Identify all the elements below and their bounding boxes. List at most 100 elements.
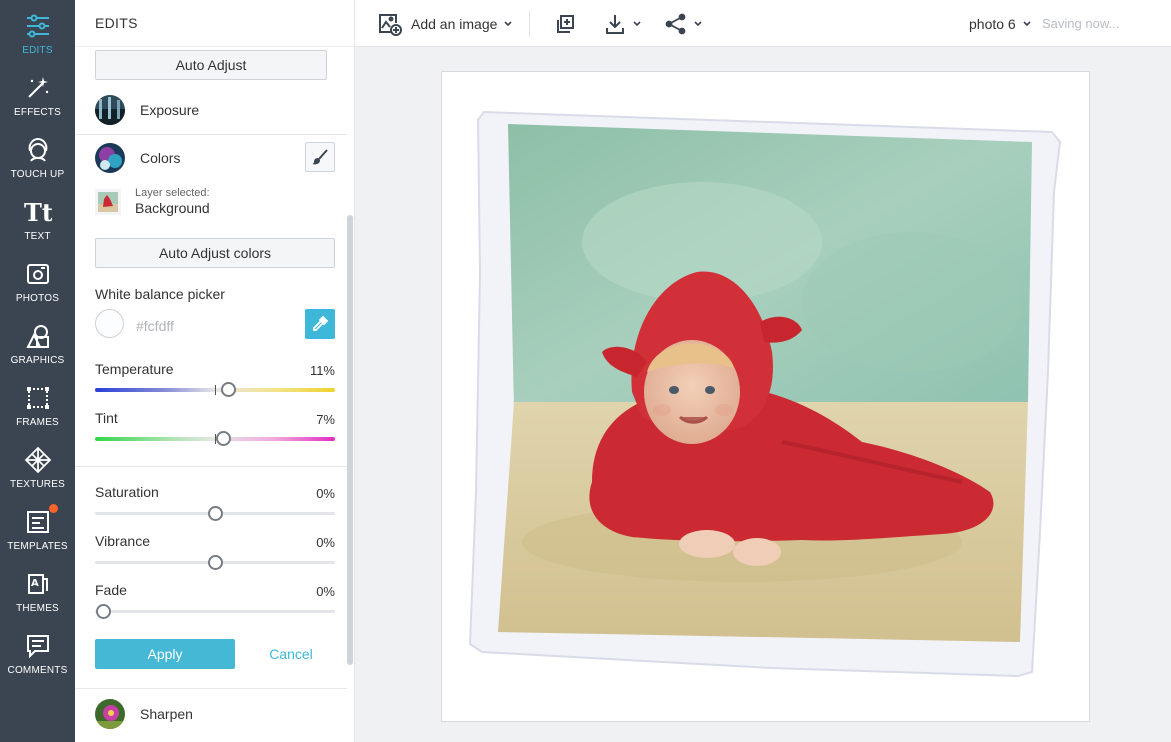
colors-thumbnail [95,143,125,173]
photo-image[interactable] [442,72,1091,723]
brush-button[interactable] [305,142,335,172]
chevron-down-icon [633,20,641,26]
rail-item-graphics[interactable]: GRAPHICS [0,310,75,372]
layer-thumbnail [95,188,121,215]
rail-item-templates[interactable]: TEMPLATES [0,496,75,558]
layer-selected: Layer selected: Background [95,187,210,216]
save-status: Saving now... [1042,0,1119,47]
rail-label: TEXT [24,231,51,242]
share-icon [665,13,686,34]
chevron-down-icon [1023,20,1031,26]
duplicate-icon [557,14,574,33]
saturation-slider-handle[interactable] [207,506,223,521]
temperature-label: Temperature [95,361,174,377]
comment-icon [22,630,54,662]
rail-label: TEXTURES [10,479,65,490]
white-balance-label: White balance picker [95,286,225,302]
download-icon [606,14,624,34]
panel-scrollbar[interactable] [347,215,353,665]
edits-panel: EDITS Auto Adjust Exposure Colors Layer … [75,0,355,742]
rail-item-photos[interactable]: PHOTOS [0,248,75,310]
face-icon [22,134,54,166]
frame-icon [22,382,54,414]
rail-item-frames[interactable]: FRAMES [0,372,75,434]
layer-name: Background [135,200,210,216]
themes-icon: A [22,568,54,600]
camera-icon [22,258,54,290]
fade-slider-handle[interactable] [95,604,111,619]
saturation-value: 0% [316,486,335,501]
save-status-text: Saving now... [1042,16,1120,31]
layer-selected-label: Layer selected: [135,187,210,199]
share-button[interactable] [665,0,703,47]
text-icon: Tt [22,196,54,228]
rail-item-touch-up[interactable]: TOUCH UP [0,124,75,186]
exposure-label: Exposure [140,102,200,118]
vibrance-label: Vibrance [95,533,151,549]
panel-scroll-area[interactable]: Auto Adjust Exposure Colors Layer select… [75,47,355,742]
document-name-dropdown[interactable]: photo 6 [969,0,1032,47]
vibrance-slider-handle[interactable] [207,555,223,570]
shapes-icon [22,320,54,352]
eyedropper-icon [313,315,329,331]
add-image-button[interactable]: Add an image [377,0,513,47]
divider [75,466,347,467]
rail-item-edits[interactable]: EDITS [0,0,75,62]
toolbar-separator [529,10,530,37]
svg-text:A: A [31,578,39,589]
divider [75,688,347,689]
cancel-button[interactable]: Cancel [250,639,332,669]
panel-title: EDITS [75,0,355,47]
sharpen-label: Sharpen [140,706,193,722]
chevron-down-icon [694,20,702,26]
rail-label: TOUCH UP [10,169,65,180]
center-tick [215,385,216,395]
texture-icon [22,444,54,476]
rail-label: THEMES [16,603,59,614]
fade-track[interactable] [95,610,335,613]
magic-wand-icon [22,72,54,104]
white-balance-swatch[interactable] [95,309,124,338]
saturation-label: Saturation [95,484,159,500]
document-name: photo 6 [969,15,1016,32]
rail-item-comments[interactable]: COMMENTS [0,620,75,682]
rail-label: EDITS [22,45,53,56]
rail-item-effects[interactable]: EFFECTS [0,62,75,124]
svg-text:Tt: Tt [24,199,52,225]
template-icon [22,504,58,538]
temperature-slider-handle[interactable] [220,382,236,397]
rail-label: COMMENTS [7,665,68,676]
rail-label: EFFECTS [14,107,61,118]
white-balance-hex: #fcfdff [136,318,174,334]
chevron-down-icon [504,20,512,26]
sharpen-section[interactable]: Sharpen [75,691,347,737]
download-button[interactable] [604,0,642,47]
apply-button[interactable]: Apply [95,639,235,669]
notification-badge [48,504,58,513]
eyedropper-button[interactable] [305,309,335,339]
vibrance-value: 0% [316,535,335,550]
rail-label: PHOTOS [15,293,60,304]
exposure-thumbnail [95,95,125,125]
tint-slider-handle[interactable] [215,431,231,446]
rail-label: TEMPLATES [7,541,68,552]
rail-label: GRAPHICS [10,355,65,366]
rail-item-textures[interactable]: TEXTURES [0,434,75,496]
fade-label: Fade [95,582,127,598]
auto-adjust-button[interactable]: Auto Adjust [95,50,327,80]
canvas-page[interactable] [441,71,1090,722]
canvas-area[interactable] [355,47,1171,742]
fade-value: 0% [316,584,335,599]
tint-label: Tint [95,410,118,426]
temperature-value: 11% [309,363,335,378]
duplicate-button[interactable] [554,0,576,47]
brush-icon [312,149,328,165]
exposure-section[interactable]: Exposure [75,87,347,133]
tool-rail: EDITS EFFECTS TOUCH UP Tt TEXT PHOTOS GR… [0,0,75,742]
auto-adjust-colors-button[interactable]: Auto Adjust colors [95,238,335,268]
rail-item-themes[interactable]: A THEMES [0,558,75,620]
rail-item-text[interactable]: Tt TEXT [0,186,75,248]
top-toolbar: Add an image photo 6 Saving now... [355,0,1171,47]
sharpen-thumbnail [95,699,125,729]
add-image-label: Add an image [411,15,498,32]
